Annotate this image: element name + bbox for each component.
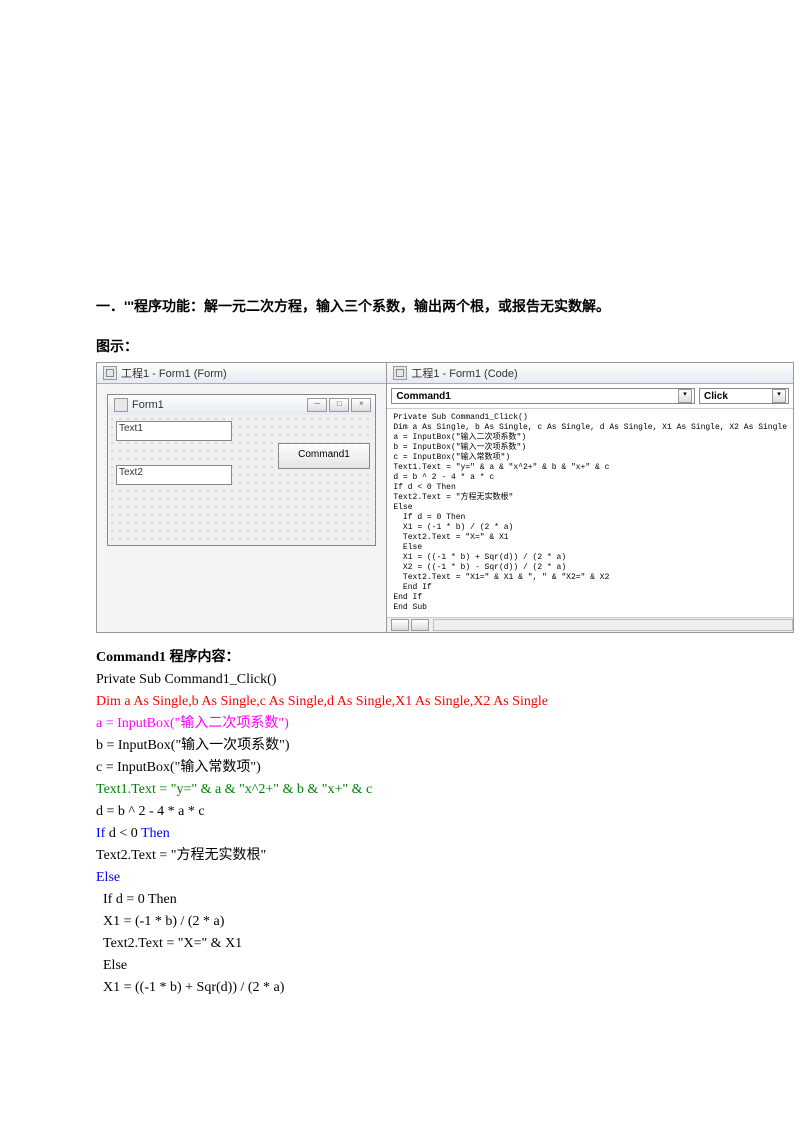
command-button[interactable]: Command1 — [278, 443, 370, 469]
code-line: b = InputBox("输入一次项系数") — [96, 735, 704, 757]
form-designer-pane: 工程1 - Form1 (Form) Form1 ─ □ × Text1 Tex… — [97, 363, 386, 632]
object-combo-value: Command1 — [396, 391, 450, 402]
proc-combo[interactable]: Click ▾ — [699, 388, 789, 404]
chevron-down-icon: ▾ — [678, 389, 692, 403]
maximize-button[interactable]: □ — [329, 398, 349, 412]
code-line: d = b ^ 2 - 4 * a * c — [96, 801, 704, 823]
code-line: Dim a As Single,b As Single,c As Single,… — [96, 691, 704, 713]
code-line: Text1.Text = "y=" & a & "x^2+" & b & "x+… — [96, 779, 704, 801]
form-titlebar-icon — [114, 398, 128, 412]
code-pane-title: 工程1 - Form1 (Code) — [387, 363, 793, 384]
code-footer — [387, 617, 793, 632]
code-combos: Command1 ▾ Click ▾ — [387, 384, 793, 409]
code-line: X1 = (-1 * b) / (2 * a) — [96, 911, 704, 933]
form-window: Form1 ─ □ × Text1 Text2 Command1 — [107, 394, 376, 546]
textbox-text1[interactable]: Text1 — [116, 421, 232, 441]
code-line: If d < 0 Then — [96, 823, 704, 845]
code-listing: Command1 程序内容： Private Sub Command1_Clic… — [96, 647, 704, 999]
object-combo[interactable]: Command1 ▾ — [391, 388, 695, 404]
full-view-button[interactable] — [411, 619, 429, 631]
code-editor[interactable]: Private Sub Command1_Click() Dim a As Si… — [387, 409, 793, 617]
code-icon — [393, 366, 407, 380]
proc-combo-value: Click — [704, 391, 728, 402]
section-heading: 一．'''程序功能：解一元二次方程，输入三个系数，输出两个根，或报告无实数解。 — [96, 296, 704, 316]
form-pane-title-text: 工程1 - Form1 (Form) — [121, 365, 227, 381]
code-line: Text2.Text = "方程无实数根" — [96, 845, 704, 867]
close-button[interactable]: × — [351, 398, 371, 412]
code-pane-title-text: 工程1 - Form1 (Code) — [411, 365, 517, 381]
form-icon — [103, 366, 117, 380]
form-title-text: Form1 — [132, 399, 164, 411]
form-body: Text1 Text2 Command1 — [108, 415, 375, 545]
figure-label: 图示： — [96, 336, 704, 356]
minimize-button[interactable]: ─ — [307, 398, 327, 412]
listing-title: Command1 程序内容： — [96, 647, 704, 669]
code-line: Private Sub Command1_Click() — [96, 669, 704, 691]
textbox-text2[interactable]: Text2 — [116, 465, 232, 485]
form-titlebar: Form1 ─ □ × — [108, 395, 375, 416]
code-line: c = InputBox("输入常数项") — [96, 757, 704, 779]
code-line: Else — [96, 867, 704, 889]
code-line: a = InputBox("输入二次项系数") — [96, 713, 704, 735]
ide-screenshot: 工程1 - Form1 (Form) Form1 ─ □ × Text1 Tex… — [96, 362, 794, 633]
form-pane-title: 工程1 - Form1 (Form) — [97, 363, 386, 384]
code-line: If d = 0 Then — [96, 889, 704, 911]
code-pane: 工程1 - Form1 (Code) Command1 ▾ Click ▾ Pr… — [386, 363, 793, 632]
code-line: Else — [96, 955, 704, 977]
code-line: X1 = ((-1 * b) + Sqr(d)) / (2 * a) — [96, 977, 704, 999]
proc-view-button[interactable] — [391, 619, 409, 631]
chevron-down-icon: ▾ — [772, 389, 786, 403]
horizontal-scrollbar[interactable] — [433, 619, 793, 631]
code-line: Text2.Text = "X=" & X1 — [96, 933, 704, 955]
